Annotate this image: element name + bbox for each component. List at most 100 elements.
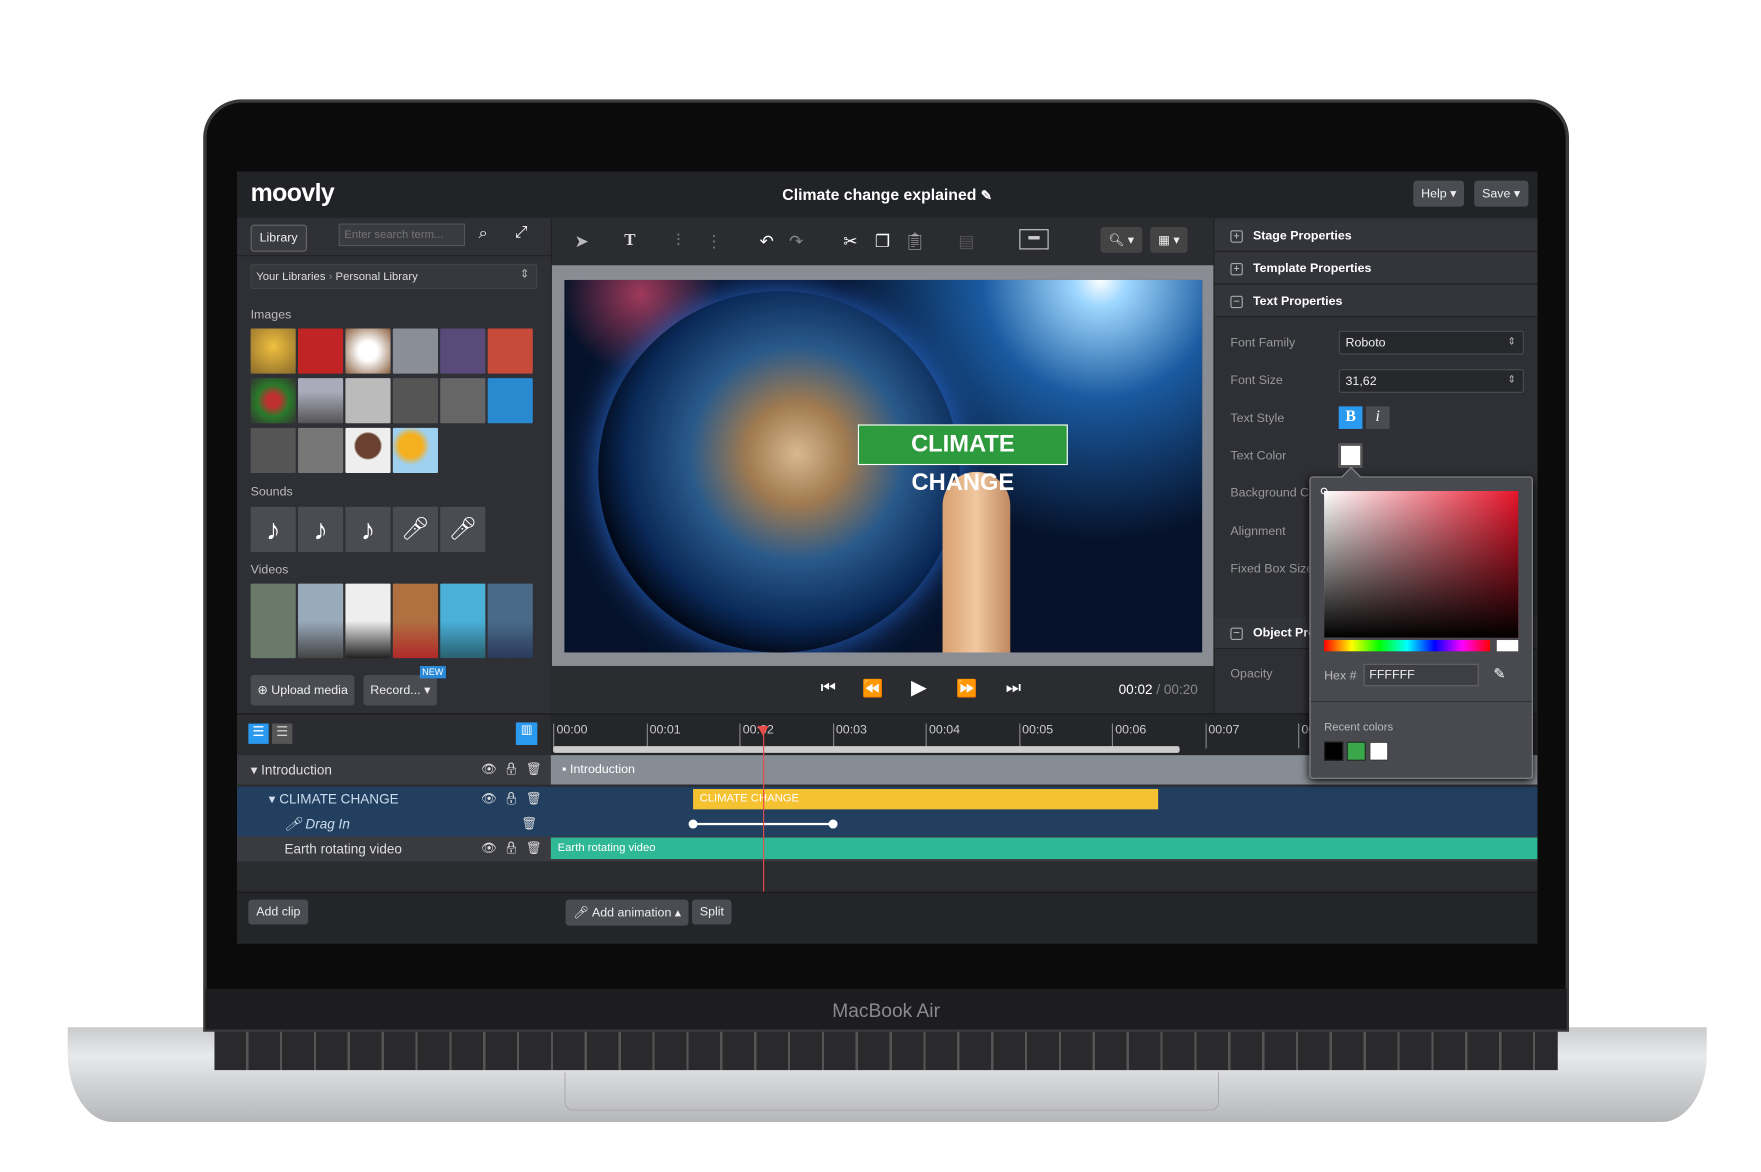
upload-media-button[interactable]: ⊕ Upload media xyxy=(250,675,355,706)
text-properties-header[interactable]: − Text Properties xyxy=(1214,285,1538,318)
snap-icon[interactable]: ▥ xyxy=(515,722,538,746)
bold-button[interactable]: B xyxy=(1338,406,1363,429)
track-icons[interactable]: 👁︎🔒︎🗑︎ xyxy=(481,841,549,856)
image-thumb[interactable] xyxy=(487,378,533,424)
record-button[interactable]: Record... ▾ xyxy=(363,675,438,706)
play-icon[interactable]: ▶ xyxy=(911,676,927,700)
help-label: Help xyxy=(1421,187,1447,201)
skip-start-icon[interactable]: ⏮ xyxy=(821,678,836,697)
align-horizontal-icon[interactable]: ⋮ xyxy=(706,231,723,252)
eyedropper-icon[interactable]: ✎ xyxy=(1493,665,1505,683)
track-earth-video[interactable]: Earth rotating video 👁︎🔒︎🗑︎ Earth rotati… xyxy=(237,836,1538,862)
image-thumb[interactable] xyxy=(392,378,438,424)
image-thumb[interactable] xyxy=(298,378,344,424)
expand-icon[interactable]: ⤢ xyxy=(515,222,528,241)
image-thumb[interactable] xyxy=(298,328,344,374)
rewind-icon[interactable]: ⏪ xyxy=(862,678,883,699)
microphone-icon[interactable]: 🎤︎ xyxy=(392,506,438,552)
skip-end-icon[interactable]: ⏭ xyxy=(1006,678,1021,697)
breadcrumb-your-libraries[interactable]: Your Libraries xyxy=(256,271,325,283)
music-note-icon[interactable]: ♪ xyxy=(345,506,391,552)
ruler-tick: 00:00 xyxy=(553,723,588,749)
text-color-swatch[interactable] xyxy=(1338,443,1363,468)
stage-canvas[interactable]: CLIMATE CHANGE xyxy=(564,279,1203,653)
italic-button[interactable]: i xyxy=(1365,406,1390,429)
project-title[interactable]: Climate change explained ✎ xyxy=(237,185,1537,203)
paste-icon[interactable]: 📋︎ xyxy=(904,231,926,252)
ruler-tick: 00:05 xyxy=(1018,723,1053,749)
music-note-icon[interactable]: ♪ xyxy=(298,506,344,552)
image-thumb[interactable] xyxy=(392,328,438,374)
search-icon[interactable]: ⌕ xyxy=(479,224,488,243)
fast-forward-icon[interactable]: ⏩ xyxy=(956,678,977,699)
clip-earth-video[interactable]: Earth rotating video xyxy=(550,837,1538,860)
add-animation-button[interactable]: 🎤︎ Add animation ▴ xyxy=(565,899,689,926)
library-breadcrumb[interactable]: Your Libraries › Personal Library ⇕ xyxy=(250,264,538,289)
image-thumb[interactable] xyxy=(298,427,344,473)
animation-end-handle[interactable] xyxy=(827,819,838,829)
video-thumb[interactable] xyxy=(440,583,486,659)
video-thumb[interactable] xyxy=(345,583,391,659)
help-button[interactable]: Help ▾ xyxy=(1413,180,1465,207)
hex-input[interactable] xyxy=(1363,663,1479,687)
library-search-input[interactable] xyxy=(338,223,466,247)
recent-color-swatch[interactable] xyxy=(1369,741,1389,761)
image-thumb[interactable] xyxy=(250,427,296,473)
redo-icon[interactable]: ↷ xyxy=(789,231,803,252)
timeline-scrollbar[interactable] xyxy=(553,746,1180,753)
image-thumb[interactable] xyxy=(345,328,391,374)
compact-view-icon[interactable]: ☰ xyxy=(272,723,293,744)
image-thumb[interactable] xyxy=(392,427,438,473)
undo-icon[interactable]: ↶ xyxy=(760,231,774,252)
headline-text-object[interactable]: CLIMATE CHANGE xyxy=(857,424,1068,496)
stage-properties-header[interactable]: + Stage Properties xyxy=(1214,220,1538,252)
font-size-input[interactable]: 31,62 ⇕ xyxy=(1338,369,1524,393)
subtitles-icon[interactable]: ▬ xyxy=(1019,229,1049,250)
zoom-dropdown[interactable]: 🔍︎ ▾ xyxy=(1100,226,1142,253)
video-thumb[interactable] xyxy=(392,583,438,659)
cut-icon[interactable]: ✂ xyxy=(843,231,857,252)
hue-slider[interactable] xyxy=(1324,640,1491,652)
color-cursor[interactable] xyxy=(1320,487,1328,495)
playhead[interactable] xyxy=(757,725,769,893)
video-thumb[interactable] xyxy=(298,583,344,659)
track-climate-change[interactable]: ▾ CLIMATE CHANGE 👁︎🔒︎🗑︎ CLIMATE CHANGE xyxy=(237,786,1538,812)
track-icons[interactable]: 👁︎🔒︎🗑︎ xyxy=(481,762,549,777)
image-thumb[interactable] xyxy=(440,328,486,374)
playhead-handle[interactable] xyxy=(757,725,769,736)
breadcrumb-personal-library[interactable]: Personal Library xyxy=(336,271,418,283)
trash-icon[interactable]: 🗑︎ xyxy=(522,816,545,831)
image-thumb[interactable] xyxy=(440,378,486,424)
text-tool-icon[interactable]: T xyxy=(624,231,635,250)
image-thumb[interactable] xyxy=(487,328,533,374)
music-note-icon[interactable]: ♪ xyxy=(250,506,296,552)
video-thumb[interactable] xyxy=(250,583,296,659)
ruler-tick: 00:07 xyxy=(1204,723,1239,749)
list-view-icon[interactable]: ☰ xyxy=(248,723,269,744)
track-icons[interactable]: 👁︎🔒︎🗑︎ xyxy=(481,791,549,806)
microphone-icon[interactable]: 🎤︎ xyxy=(440,506,486,552)
save-label: Save xyxy=(1482,187,1511,201)
image-thumb[interactable] xyxy=(250,328,296,374)
library-tab[interactable]: Library xyxy=(250,224,307,252)
pencil-icon[interactable]: ✎ xyxy=(981,187,992,203)
copy-icon[interactable]: ❐ xyxy=(875,231,890,252)
recent-color-swatch[interactable] xyxy=(1324,741,1344,761)
animation-start-handle[interactable] xyxy=(688,819,698,829)
track-drag-in[interactable]: 🎤︎ Drag In 🗑︎ xyxy=(237,811,1538,837)
saturation-area[interactable] xyxy=(1320,487,1519,638)
add-clip-button[interactable]: Add clip xyxy=(248,899,309,925)
pointer-icon[interactable]: ➤ xyxy=(575,231,589,252)
split-button[interactable]: Split xyxy=(691,899,732,925)
layer-icon[interactable]: ▤ xyxy=(958,231,974,252)
recent-color-swatch[interactable] xyxy=(1346,741,1366,761)
grid-dropdown[interactable]: ▦ ▾ xyxy=(1150,226,1188,253)
align-vertical-icon[interactable]: ⫶ xyxy=(676,231,680,250)
image-thumb[interactable] xyxy=(345,427,391,473)
font-family-select[interactable]: Roboto ⇕ xyxy=(1338,330,1524,355)
image-thumb[interactable] xyxy=(250,378,296,424)
image-thumb[interactable] xyxy=(345,378,391,424)
save-button[interactable]: Save ▾ xyxy=(1474,180,1529,207)
template-properties-header[interactable]: + Template Properties xyxy=(1214,252,1538,285)
video-thumb[interactable] xyxy=(487,583,533,659)
